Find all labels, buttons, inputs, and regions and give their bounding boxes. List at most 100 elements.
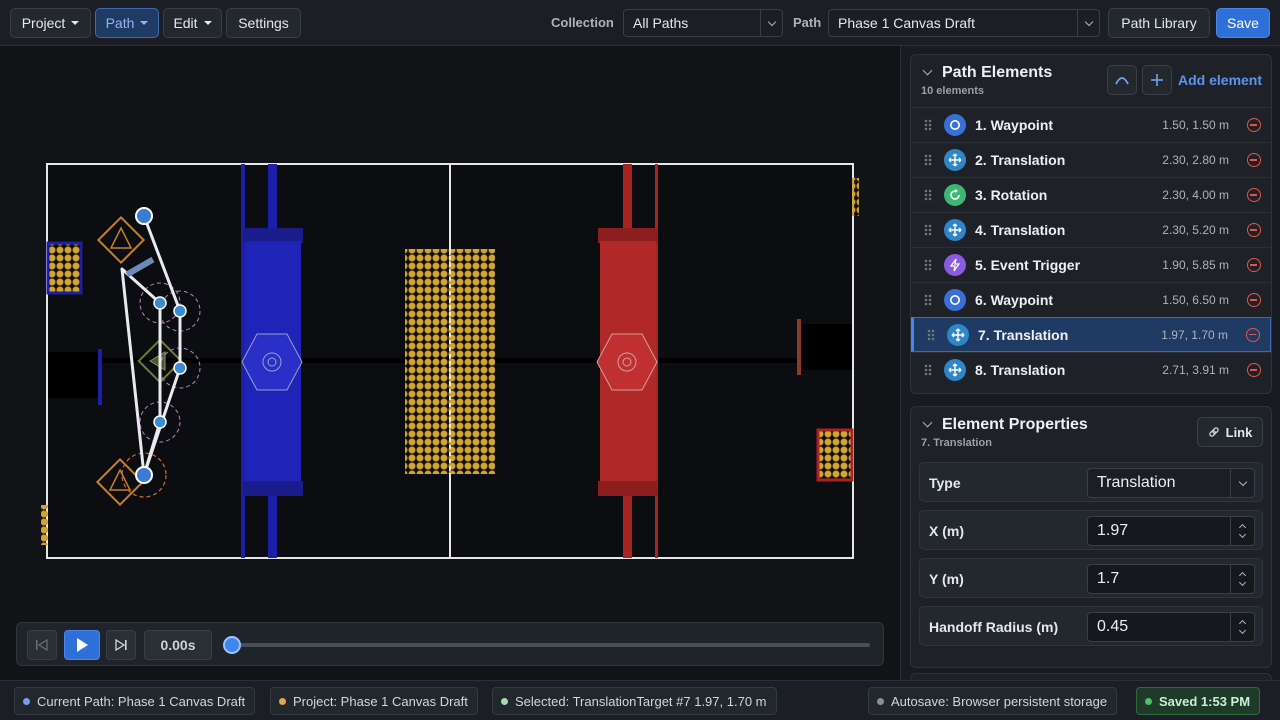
play-button[interactable] bbox=[64, 630, 100, 660]
element-count: 10 elements bbox=[921, 85, 984, 97]
waypoint-marker bbox=[135, 207, 153, 225]
type-value: Translation bbox=[1097, 474, 1176, 491]
red-bump-top bbox=[598, 228, 658, 243]
x-input[interactable]: 1.97 bbox=[1087, 516, 1255, 546]
remove-icon[interactable] bbox=[1247, 153, 1261, 167]
remove-icon[interactable] bbox=[1247, 258, 1261, 272]
handoff-radius-value: 0.45 bbox=[1097, 618, 1129, 635]
side-panel: Path Elements 10 elements Add element 1.… bbox=[900, 46, 1280, 680]
drag-handle-icon[interactable] bbox=[924, 259, 932, 271]
y-label: Y (m) bbox=[929, 571, 964, 587]
waypoint-icon bbox=[944, 114, 966, 136]
translation-icon bbox=[944, 219, 966, 241]
path-element-row[interactable]: 8. Translation 2.71, 3.91 m bbox=[911, 352, 1271, 387]
collapse-chevron-icon[interactable] bbox=[922, 65, 933, 76]
path-menu-button[interactable]: Path bbox=[95, 8, 159, 38]
path-element-label: 4. Translation bbox=[975, 222, 1066, 238]
project-menu-button[interactable]: Project bbox=[10, 8, 91, 38]
project-menu-label: Project bbox=[21, 15, 66, 31]
stepper-icon[interactable] bbox=[1230, 613, 1254, 641]
right-tower-edge bbox=[797, 319, 801, 375]
drag-handle-icon[interactable] bbox=[924, 224, 932, 236]
skip-start-button[interactable] bbox=[27, 630, 57, 660]
path-element-row[interactable]: 3. Rotation 2.30, 4.00 m bbox=[911, 177, 1271, 212]
y-value: 1.7 bbox=[1097, 570, 1120, 587]
path-library-button[interactable]: Path Library bbox=[1108, 8, 1210, 38]
add-element-link[interactable]: Add element bbox=[1178, 72, 1262, 88]
drag-handle-icon[interactable] bbox=[927, 328, 935, 341]
remove-icon[interactable] bbox=[1246, 327, 1260, 342]
skip-end-button[interactable] bbox=[106, 630, 136, 660]
skip-start-icon bbox=[36, 639, 48, 651]
collection-select[interactable]: All Paths bbox=[623, 9, 783, 37]
remove-icon[interactable] bbox=[1247, 293, 1261, 307]
autosave-chip: Autosave: Browser persistent storage bbox=[868, 687, 1118, 715]
translation-marker bbox=[173, 361, 187, 375]
status-bar: Current Path: Phase 1 Canvas Draft Proje… bbox=[0, 680, 1280, 720]
link-button[interactable]: Link bbox=[1197, 417, 1263, 447]
fuel-edge-top bbox=[852, 178, 859, 216]
left-tower bbox=[48, 352, 100, 398]
link-label: Link bbox=[1225, 424, 1253, 440]
play-icon bbox=[77, 638, 88, 652]
status-dot-icon bbox=[23, 697, 30, 705]
collapse-chevron-icon[interactable] bbox=[922, 417, 933, 428]
drag-handle-icon[interactable] bbox=[924, 189, 932, 201]
waypoint-icon bbox=[944, 289, 966, 311]
x-row: X (m) 1.97 bbox=[919, 510, 1263, 550]
smooth-path-button[interactable] bbox=[1107, 65, 1137, 95]
timeline-track[interactable] bbox=[232, 643, 870, 647]
selected-text: Selected: TranslationTarget #7 1.97, 1.7… bbox=[515, 693, 767, 709]
path-element-label: 5. Event Trigger bbox=[975, 257, 1081, 273]
path-element-coords: 2.30, 5.20 m bbox=[1162, 223, 1229, 237]
y-input[interactable]: 1.7 bbox=[1087, 564, 1255, 594]
selected-chip: Selected: TranslationTarget #7 1.97, 1.7… bbox=[492, 687, 777, 715]
drag-handle-icon[interactable] bbox=[924, 154, 932, 166]
path-element-coords: 1.97, 1.70 m bbox=[1161, 327, 1228, 342]
x-label: X (m) bbox=[929, 523, 964, 539]
settings-label: Settings bbox=[238, 15, 289, 31]
blue-bump-bottom bbox=[243, 481, 303, 496]
save-button[interactable]: Save bbox=[1216, 8, 1270, 38]
path-element-row[interactable]: 6. Waypoint 1.50, 6.50 m bbox=[911, 282, 1271, 317]
project-chip: Project: Phase 1 Canvas Draft bbox=[270, 687, 478, 715]
handoff-radius-label: Handoff Radius (m) bbox=[929, 619, 1059, 635]
y-row: Y (m) 1.7 bbox=[919, 558, 1263, 598]
stepper-icon[interactable] bbox=[1230, 517, 1254, 545]
remove-icon[interactable] bbox=[1247, 363, 1261, 377]
path-select[interactable]: Phase 1 Canvas Draft bbox=[828, 9, 1100, 37]
remove-icon[interactable] bbox=[1247, 118, 1261, 132]
field-canvas[interactable] bbox=[0, 46, 900, 680]
remove-icon[interactable] bbox=[1247, 188, 1261, 202]
status-dot-icon bbox=[501, 697, 508, 705]
timeline-scrubber[interactable] bbox=[223, 636, 241, 654]
type-select[interactable]: Translation bbox=[1087, 468, 1255, 498]
path-element-row[interactable]: 1. Waypoint 1.50, 1.50 m bbox=[911, 107, 1271, 142]
rotation-icon bbox=[944, 184, 966, 206]
path-element-coords: 1.90, 5.85 m bbox=[1162, 258, 1229, 272]
chevron-down-icon bbox=[760, 10, 782, 36]
remove-icon[interactable] bbox=[1247, 223, 1261, 237]
handoff-radius-input[interactable]: 0.45 bbox=[1087, 612, 1255, 642]
settings-button[interactable]: Settings bbox=[226, 8, 301, 38]
drag-handle-icon[interactable] bbox=[924, 119, 932, 131]
drag-handle-icon[interactable] bbox=[924, 294, 932, 306]
drag-handle-icon[interactable] bbox=[924, 364, 932, 376]
path-element-row[interactable]: 7. Translation 1.97, 1.70 m bbox=[911, 317, 1271, 352]
path-element-row[interactable]: 2. Translation 2.30, 2.80 m bbox=[911, 142, 1271, 177]
properties-subtitle: 7. Translation bbox=[921, 437, 992, 449]
waypoint-marker bbox=[135, 466, 153, 484]
saved-text: Saved 1:53 PM bbox=[1159, 693, 1251, 709]
skip-end-icon bbox=[115, 639, 127, 651]
chevron-down-icon bbox=[1077, 10, 1099, 36]
path-element-row[interactable]: 5. Event Trigger 1.90, 5.85 m bbox=[911, 247, 1271, 282]
add-button[interactable] bbox=[1142, 65, 1172, 95]
saved-chip: Saved 1:53 PM bbox=[1136, 687, 1261, 715]
field-canvas-area: 0.00s bbox=[0, 46, 900, 680]
stepper-icon[interactable] bbox=[1230, 565, 1254, 593]
path-element-label: 7. Translation bbox=[978, 326, 1069, 343]
red-depot bbox=[816, 428, 854, 482]
chevron-down-icon bbox=[203, 21, 212, 25]
edit-menu-button[interactable]: Edit bbox=[163, 8, 222, 38]
path-element-row[interactable]: 4. Translation 2.30, 5.20 m bbox=[911, 212, 1271, 247]
